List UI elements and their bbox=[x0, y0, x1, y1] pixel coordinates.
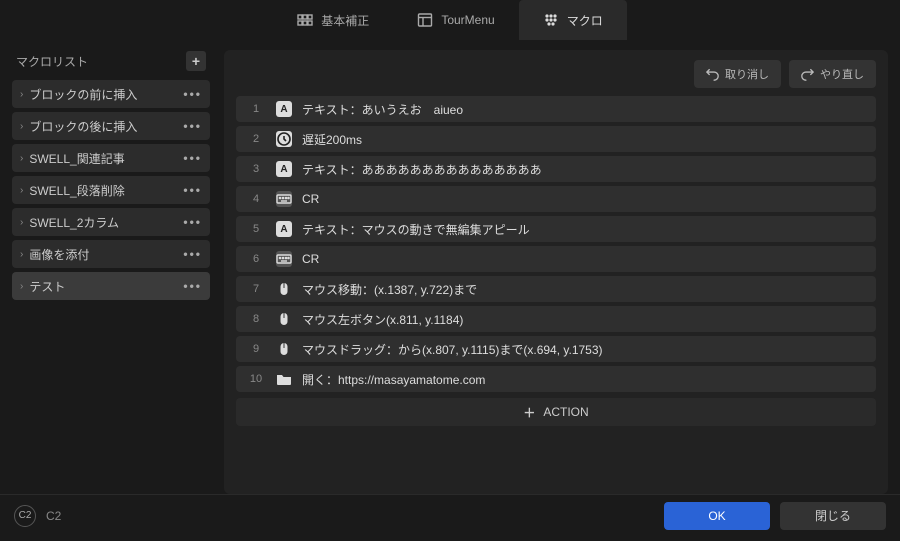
layout-icon bbox=[417, 12, 433, 28]
macro-item-label: テスト bbox=[29, 278, 65, 295]
ok-button[interactable]: OK bbox=[664, 502, 770, 530]
action-text: CR bbox=[302, 192, 319, 206]
action-row[interactable]: 8 マウス左ボタン(x.811, y.1184) bbox=[236, 306, 876, 332]
action-row[interactable]: 10 開く：https://masayamatome.com bbox=[236, 366, 876, 392]
footer-bar: C2 C2 OK 閉じる bbox=[0, 494, 900, 536]
chevron-right-icon: › bbox=[20, 249, 23, 260]
row-number: 6 bbox=[246, 253, 266, 265]
row-number: 5 bbox=[246, 223, 266, 235]
row-number: 2 bbox=[246, 133, 266, 145]
more-icon[interactable]: ••• bbox=[183, 151, 202, 165]
undo-button[interactable]: 取り消し bbox=[694, 60, 781, 88]
more-icon[interactable]: ••• bbox=[183, 279, 202, 293]
add-action-label: ACTION bbox=[543, 405, 588, 419]
add-macro-button[interactable]: + bbox=[186, 51, 206, 71]
redo-icon bbox=[801, 68, 814, 81]
chevron-right-icon: › bbox=[20, 217, 23, 228]
action-text: マウス移動：(x.1387, y.722)まで bbox=[302, 281, 477, 298]
sidebar-title: マクロリスト bbox=[16, 53, 88, 70]
more-icon[interactable]: ••• bbox=[183, 87, 202, 101]
tab-label: 基本補正 bbox=[321, 12, 369, 29]
plus-icon: ＋ bbox=[523, 404, 535, 421]
chevron-right-icon: › bbox=[20, 89, 23, 100]
mouse-icon bbox=[276, 311, 292, 327]
action-row[interactable]: 2 遅延200ms bbox=[236, 126, 876, 152]
macro-list-item[interactable]: › 画像を添付 ••• bbox=[12, 240, 210, 268]
action-row[interactable]: 3A テキスト：あああああああああああああああ bbox=[236, 156, 876, 182]
macro-list-item[interactable]: › ブロックの前に挿入 ••• bbox=[12, 80, 210, 108]
clock-icon bbox=[276, 131, 292, 147]
macro-list-item[interactable]: › SWELL_2カラム ••• bbox=[12, 208, 210, 236]
grid-icon bbox=[297, 12, 313, 28]
macro-list-item[interactable]: › ブロックの後に挿入 ••• bbox=[12, 112, 210, 140]
macro-list-sidebar: マクロリスト + › ブロックの前に挿入 ••• › ブロックの後に挿入 ••• › SWEL… bbox=[12, 50, 210, 494]
action-text: マウス左ボタン(x.811, y.1184) bbox=[302, 311, 463, 328]
chevron-right-icon: › bbox=[20, 185, 23, 196]
footer-text: C2 bbox=[46, 509, 61, 523]
action-row[interactable]: 7 マウス移動：(x.1387, y.722)まで bbox=[236, 276, 876, 302]
tab-bar: 基本補正 TourMenu マクロ bbox=[0, 0, 900, 40]
undo-icon bbox=[706, 68, 719, 81]
action-text: CR bbox=[302, 252, 319, 266]
macro-list-item[interactable]: › SWELL_関連記事 ••• bbox=[12, 144, 210, 172]
tab-basic-correction[interactable]: 基本補正 bbox=[273, 0, 393, 40]
mouse-icon bbox=[276, 281, 292, 297]
tab-tourmenu[interactable]: TourMenu bbox=[393, 0, 518, 40]
add-action-button[interactable]: ＋ ACTION bbox=[236, 398, 876, 426]
macro-item-label: ブロックの前に挿入 bbox=[29, 86, 137, 103]
close-button[interactable]: 閉じる bbox=[780, 502, 886, 530]
action-row[interactable]: 1A テキスト：あいうえお aiueo bbox=[236, 96, 876, 122]
row-number: 9 bbox=[246, 343, 266, 355]
tab-label: マクロ bbox=[567, 12, 603, 29]
action-row[interactable]: 4 CR bbox=[236, 186, 876, 212]
keyboard-icon bbox=[276, 191, 292, 207]
action-text: 遅延200ms bbox=[302, 131, 362, 148]
macro-item-label: SWELL_段落削除 bbox=[29, 182, 124, 199]
text-type-icon: A bbox=[276, 221, 292, 237]
macro-list-item[interactable]: › SWELL_段落削除 ••• bbox=[12, 176, 210, 204]
macro-item-label: 画像を添付 bbox=[29, 246, 89, 263]
tab-macro[interactable]: マクロ bbox=[519, 0, 627, 40]
plus-icon: + bbox=[192, 53, 200, 69]
action-text: テキスト：あああああああああああああああ bbox=[302, 161, 542, 178]
chevron-right-icon: › bbox=[20, 121, 23, 132]
action-text: マウスドラッグ：から(x.807, y.1115)まで(x.694, y.175… bbox=[302, 341, 603, 358]
macro-item-label: ブロックの後に挿入 bbox=[29, 118, 137, 135]
action-text: テキスト：あいうえお aiueo bbox=[302, 101, 463, 118]
keyboard-icon bbox=[276, 251, 292, 267]
chevron-right-icon: › bbox=[20, 281, 23, 292]
action-text: テキスト：マウスの動きで無編集アピール bbox=[302, 221, 530, 238]
tab-label: TourMenu bbox=[441, 13, 494, 27]
macro-editor-panel: 取り消し やり直し 1Aテキスト：あいうえお aiueo2遅延200ms3Aテキ… bbox=[224, 50, 888, 494]
redo-label: やり直し bbox=[820, 66, 864, 82]
row-number: 1 bbox=[246, 103, 266, 115]
text-type-icon: A bbox=[276, 161, 292, 177]
more-icon[interactable]: ••• bbox=[183, 247, 202, 261]
row-number: 7 bbox=[246, 283, 266, 295]
folder-icon bbox=[276, 371, 292, 387]
row-number: 8 bbox=[246, 313, 266, 325]
macro-item-label: SWELL_関連記事 bbox=[29, 150, 124, 167]
macro-icon bbox=[543, 12, 559, 28]
macro-item-label: SWELL_2カラム bbox=[29, 214, 119, 231]
chevron-right-icon: › bbox=[20, 153, 23, 164]
action-row[interactable]: 6 CR bbox=[236, 246, 876, 272]
action-text: 開く：https://masayamatome.com bbox=[302, 371, 485, 388]
text-type-icon: A bbox=[276, 101, 292, 117]
mouse-icon bbox=[276, 341, 292, 357]
more-icon[interactable]: ••• bbox=[183, 183, 202, 197]
row-number: 10 bbox=[246, 373, 266, 385]
action-row[interactable]: 5A テキスト：マウスの動きで無編集アピール bbox=[236, 216, 876, 242]
more-icon[interactable]: ••• bbox=[183, 119, 202, 133]
macro-list-item[interactable]: › テスト ••• bbox=[12, 272, 210, 300]
c2-badge: C2 bbox=[14, 505, 36, 527]
redo-button[interactable]: やり直し bbox=[789, 60, 876, 88]
undo-label: 取り消し bbox=[725, 66, 769, 82]
more-icon[interactable]: ••• bbox=[183, 215, 202, 229]
row-number: 3 bbox=[246, 163, 266, 175]
row-number: 4 bbox=[246, 193, 266, 205]
action-row[interactable]: 9 マウスドラッグ：から(x.807, y.1115)まで(x.694, y.17… bbox=[236, 336, 876, 362]
